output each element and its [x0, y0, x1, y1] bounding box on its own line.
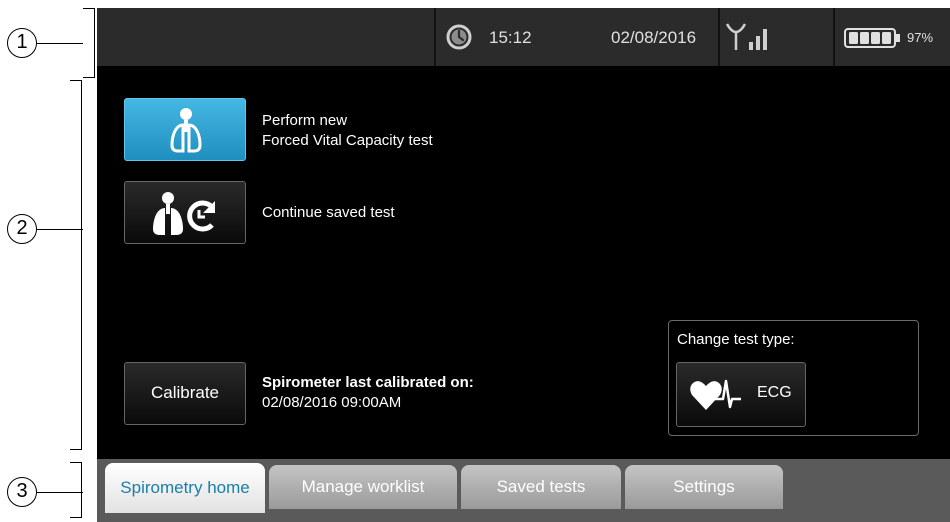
callout-2: 2	[7, 214, 37, 244]
callout-1: 1	[7, 28, 37, 58]
calibrate-button[interactable]: Calibrate	[124, 362, 246, 425]
signal-icon	[725, 20, 781, 57]
calibration-title: Spirometer last calibrated on:	[262, 374, 474, 391]
ecg-button[interactable]: ECG	[676, 362, 806, 427]
lungs-resume-icon	[151, 191, 223, 242]
change-test-type-panel: Change test type: ECG	[668, 320, 919, 436]
callout-1-bracket	[83, 8, 95, 78]
callout-1-leader	[37, 43, 83, 44]
status-divider	[833, 8, 835, 66]
tab-settings[interactable]: Settings	[625, 465, 783, 509]
calibrate-button-label: Calibrate	[150, 383, 220, 402]
tab-label: Spirometry home	[120, 478, 250, 497]
heart-ecg-icon	[689, 377, 743, 418]
clock-icon	[446, 24, 472, 55]
calibration-date: 02/08/2016 09:00AM	[262, 394, 402, 411]
callout-3-bracket	[70, 462, 82, 518]
status-bar: 15:12 02/08/2016 97%	[97, 8, 950, 66]
tab-spirometry-home[interactable]: Spirometry home	[105, 463, 265, 513]
battery-cell	[882, 32, 891, 44]
battery-cell	[871, 32, 880, 44]
perform-new-test-button[interactable]	[124, 98, 246, 161]
tab-label: Manage worklist	[301, 477, 425, 496]
status-time: 15:12	[489, 28, 532, 47]
status-divider	[434, 8, 436, 66]
ecg-button-label: ECG	[757, 384, 792, 401]
continue-saved-test-button[interactable]	[124, 181, 246, 244]
perform-new-test-label-2: Forced Vital Capacity test	[262, 132, 433, 149]
main-screen: Perform new Forced Vital Capacity test C…	[97, 66, 950, 459]
battery-percent: 97%	[907, 30, 934, 45]
status-date: 02/08/2016	[611, 28, 697, 47]
tab-manage-worklist[interactable]: Manage worklist	[269, 465, 457, 509]
callout-2-bracket	[70, 80, 82, 450]
change-test-type-label: Change test type:	[677, 331, 795, 348]
continue-saved-test-label: Continue saved test	[262, 204, 395, 221]
tab-label: Saved tests	[496, 477, 586, 496]
perform-new-test-label-1: Perform new	[262, 112, 348, 129]
battery-icon	[844, 28, 902, 53]
lungs-icon	[169, 107, 203, 158]
tab-label: Settings	[673, 477, 735, 496]
tab-saved-tests[interactable]: Saved tests	[461, 465, 621, 509]
callout-3: 3	[7, 477, 37, 507]
battery-cell	[860, 32, 869, 44]
tab-bar: Spirometry home Manage worklist Saved te…	[97, 459, 950, 522]
battery-cell	[849, 32, 858, 44]
status-divider	[718, 8, 720, 66]
